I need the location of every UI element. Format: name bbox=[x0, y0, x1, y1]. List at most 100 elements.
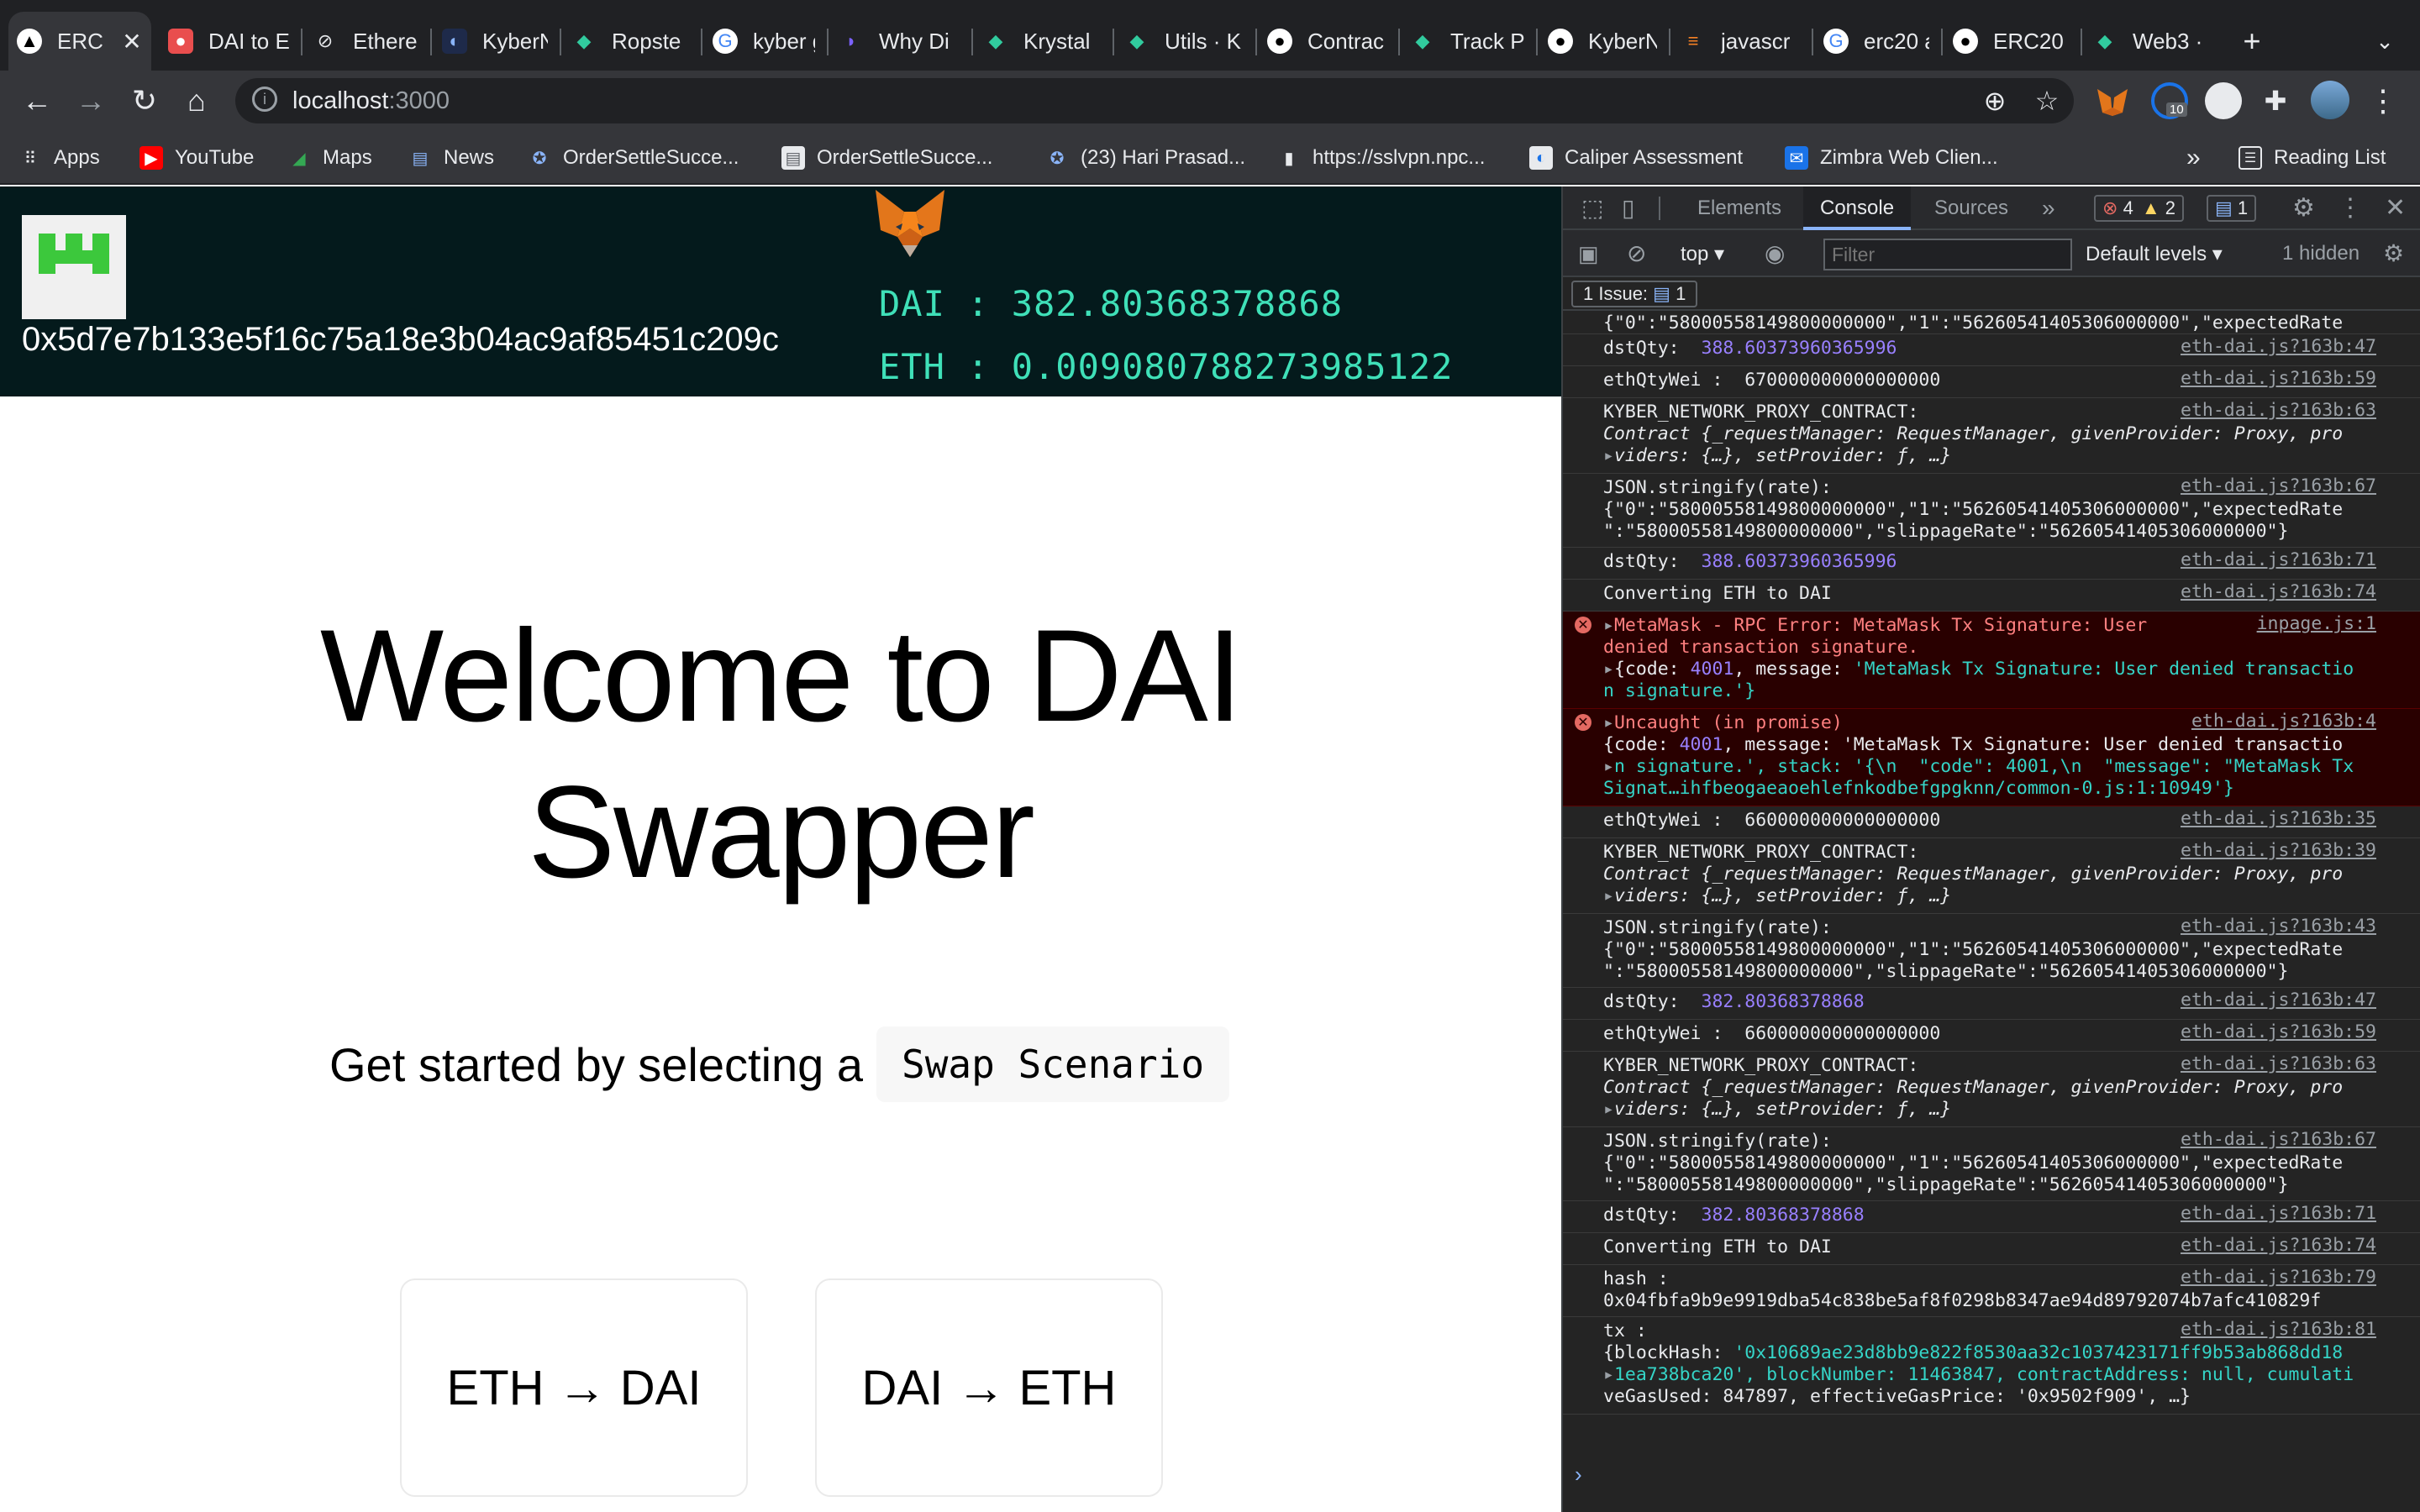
tab-2[interactable]: ⊘ Ethereu bbox=[304, 12, 427, 71]
tab-sources[interactable]: Sources bbox=[1934, 186, 2008, 230]
device-toolbar-icon[interactable]: ▯ bbox=[1622, 186, 1634, 230]
tab-search-icon[interactable]: ⌄ bbox=[2361, 12, 2408, 71]
settings-gear-icon[interactable]: ⚙ bbox=[2292, 186, 2315, 230]
console-message: Converting ETH to DAI bbox=[1603, 583, 1832, 604]
bookmark-item[interactable]: ◐ Caliper Assessment bbox=[1529, 131, 1743, 185]
tab-15[interactable]: ◆ Web3 · bbox=[2084, 12, 2218, 71]
devtools-menu-icon[interactable]: ⋮ bbox=[2338, 186, 2363, 230]
bookmark-star-icon[interactable]: ☆ bbox=[2023, 71, 2070, 131]
source-link[interactable]: eth-dai.js?163b:63 bbox=[2181, 400, 2376, 422]
close-devtools-icon[interactable]: ✕ bbox=[2385, 186, 2406, 230]
news-icon: ▤ bbox=[412, 149, 429, 168]
console-log-row: JSON.stringify(rate): {"0":"580005581498… bbox=[1563, 474, 2420, 548]
source-link[interactable]: eth-dai.js?163b:81 bbox=[2181, 1319, 2376, 1341]
tab-4[interactable]: ◆ Ropste bbox=[563, 12, 697, 71]
source-link[interactable]: eth-dai.js?163b:35 bbox=[2181, 808, 2376, 830]
krystal-icon: ◆ bbox=[1415, 30, 1430, 51]
tab-9[interactable]: ● Contrac bbox=[1259, 12, 1395, 71]
tab-13[interactable]: Gerc20 a bbox=[1815, 12, 1938, 71]
source-link[interactable]: eth-dai.js?163b:43 bbox=[2181, 916, 2376, 937]
tab-7[interactable]: ◆ Krystal bbox=[975, 12, 1109, 71]
reading-list-button[interactable]: ☰ Reading List bbox=[2238, 131, 2386, 185]
site-info-icon[interactable]: i bbox=[252, 87, 277, 112]
source-link[interactable]: eth-dai.js?163b:74 bbox=[2181, 581, 2376, 603]
bookmark-item[interactable]: ⠿ Apps bbox=[18, 131, 100, 185]
console-settings-icon[interactable]: ⚙ bbox=[2383, 232, 2404, 276]
extensions-puzzle-icon[interactable]: ✚ bbox=[2252, 71, 2299, 131]
tab-console[interactable]: Console bbox=[1803, 186, 1912, 230]
console-prompt-icon[interactable]: › bbox=[1575, 1462, 1582, 1488]
tab-10[interactable]: ◆ Track P bbox=[1402, 12, 1533, 71]
tab-8[interactable]: ◆ Utils · K bbox=[1116, 12, 1252, 71]
source-link[interactable]: eth-dai.js?163b:74 bbox=[2181, 1235, 2376, 1257]
eth-to-dai-card[interactable]: ETH → DAI bbox=[400, 1278, 748, 1497]
tab-elements[interactable]: Elements bbox=[1697, 186, 1781, 230]
context-selector[interactable]: top ▾ bbox=[1681, 242, 1724, 266]
source-link[interactable]: eth-dai.js?163b:47 bbox=[2181, 990, 2376, 1011]
home-icon[interactable]: ⌂ bbox=[173, 71, 220, 131]
tab-14[interactable]: ● ERC20 bbox=[1944, 12, 2077, 71]
sidebar-toggle-icon[interactable]: ▣ bbox=[1578, 232, 1599, 276]
tab-3[interactable]: ◐ KyberN bbox=[434, 12, 556, 71]
message-counter[interactable]: ▤ 1 bbox=[2207, 195, 2257, 222]
bookmark-item[interactable]: ▶ YouTube bbox=[139, 131, 254, 185]
console-message: dstQty: 388.60373960365996 bbox=[1603, 551, 1897, 572]
console-filter-input[interactable] bbox=[1823, 239, 2072, 270]
tab-separator bbox=[560, 29, 561, 55]
dai-to-eth-card[interactable]: DAI → ETH bbox=[815, 1278, 1163, 1497]
clear-console-icon[interactable]: ⊘ bbox=[1627, 232, 1646, 276]
tab-12[interactable]: ≡ javascr bbox=[1672, 12, 1808, 71]
source-link[interactable]: eth-dai.js?163b:39 bbox=[2181, 840, 2376, 862]
address-bar[interactable]: i bbox=[235, 78, 2074, 123]
profile-extension-icon[interactable] bbox=[2205, 82, 2242, 119]
bookmark-label: Zimbra Web Clien... bbox=[1820, 146, 1998, 169]
bookmark-item[interactable]: ✪ OrderSettleSucce... bbox=[528, 131, 739, 185]
log-levels-dropdown[interactable]: Default levels ▾ bbox=[2086, 242, 2223, 266]
tab-title: Ropste bbox=[612, 28, 681, 54]
source-link[interactable]: eth-dai.js?163b:71 bbox=[2181, 549, 2376, 571]
tab-5[interactable]: Gkyber g bbox=[704, 12, 823, 71]
bookmark-item[interactable]: ✪ (23) Hari Prasad... bbox=[1045, 131, 1245, 185]
live-expression-eye-icon[interactable]: ◉ bbox=[1765, 232, 1785, 276]
source-link[interactable]: eth-dai.js?163b:59 bbox=[2181, 1021, 2376, 1043]
source-link[interactable]: eth-dai.js?163b:47 bbox=[2181, 336, 2376, 358]
avatar[interactable] bbox=[2311, 81, 2349, 119]
forward-icon[interactable]: → bbox=[67, 71, 114, 131]
tab-11[interactable]: ● KyberN bbox=[1539, 12, 1665, 71]
bookmark-item[interactable]: ▤ OrderSettleSucce... bbox=[781, 131, 992, 185]
bookmark-item[interactable]: ▮ https://sslvpn.npc... bbox=[1277, 131, 1485, 185]
url-text: localhost:3000 bbox=[292, 87, 450, 114]
extension-icon[interactable]: 10 bbox=[2151, 82, 2188, 119]
tab-6[interactable]: ◗ Why Di bbox=[830, 12, 968, 71]
bookmark-label: Apps bbox=[54, 146, 100, 169]
console-log-row: ethQtyWei : 660000000000000000 eth-dai.js… bbox=[1563, 806, 2420, 838]
menu-kebab-icon[interactable]: ⋮ bbox=[2360, 71, 2407, 131]
tab-1[interactable]: ● DAI to E bbox=[160, 12, 297, 71]
bookmarks-overflow-button[interactable]: » bbox=[2186, 131, 2201, 185]
reload-icon[interactable]: ↻ bbox=[121, 71, 168, 131]
source-link[interactable]: eth-dai.js?163b:63 bbox=[2181, 1053, 2376, 1075]
source-link[interactable]: eth-dai.js?163b:67 bbox=[2181, 475, 2376, 497]
new-tab-button[interactable]: + bbox=[2228, 12, 2275, 71]
source-link[interactable]: eth-dai.js?163b:79 bbox=[2181, 1267, 2376, 1289]
issues-button[interactable]: 1 Issue: ▤ 1 bbox=[1571, 281, 1698, 307]
zimbra-icon: ✉ bbox=[1785, 146, 1808, 170]
error-warning-counter[interactable]: ⊗ 4 ▲ 2 bbox=[2094, 195, 2184, 222]
inspect-element-icon[interactable]: ⬚ bbox=[1581, 186, 1603, 230]
back-icon[interactable]: ← bbox=[13, 71, 60, 131]
source-link[interactable]: eth-dai.js?163b:71 bbox=[2181, 1203, 2376, 1225]
tab-0[interactable]: ▲ ERC ✕ bbox=[8, 12, 151, 71]
close-tab-icon[interactable]: ✕ bbox=[121, 28, 143, 55]
source-link[interactable]: eth-dai.js?163b:67 bbox=[2181, 1129, 2376, 1151]
bookmark-item[interactable]: ◢ Maps bbox=[287, 131, 371, 185]
more-tabs-icon[interactable]: » bbox=[2042, 186, 2055, 230]
bookmark-item[interactable]: ▤ News bbox=[408, 131, 494, 185]
source-link[interactable]: inpage.js:1 bbox=[2257, 613, 2376, 635]
maps-icon: ◢ bbox=[292, 149, 306, 168]
zoom-icon[interactable]: ⊕ bbox=[1971, 71, 2018, 131]
source-link[interactable]: eth-dai.js?163b:59 bbox=[2181, 368, 2376, 390]
metamask-extension-icon[interactable] bbox=[2094, 82, 2131, 119]
krystal-icon: ◆ bbox=[988, 30, 1003, 51]
source-link[interactable]: eth-dai.js?163b:4 bbox=[2191, 711, 2376, 732]
bookmark-item[interactable]: ✉ Zimbra Web Clien... bbox=[1785, 131, 1998, 185]
